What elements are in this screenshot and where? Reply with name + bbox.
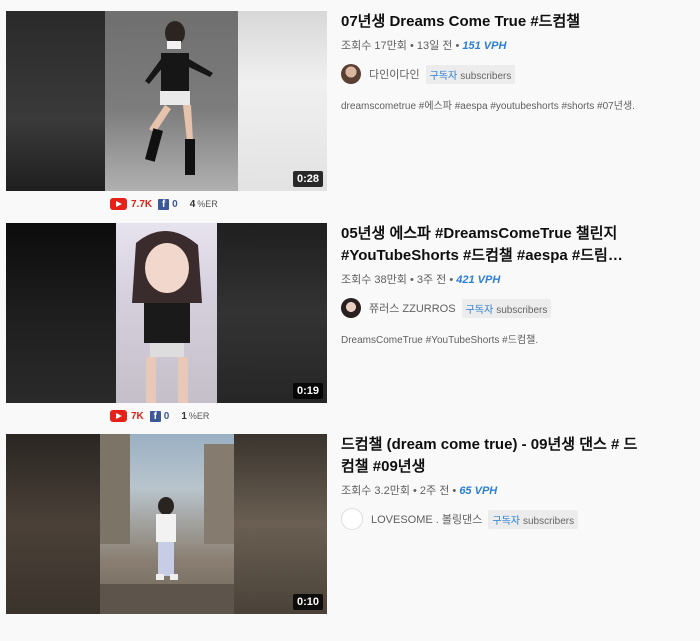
facebook-count: 0 bbox=[172, 198, 178, 210]
video-meta: 조회수 38만회 • 3주 전 • 421 VPH bbox=[341, 274, 501, 286]
channel-row[interactable]: 다인이다인 구독자 subscribers bbox=[341, 63, 651, 85]
er-label: %ER bbox=[197, 199, 218, 209]
video-meta: 조회수 3.2만회 • 2주 전 • 65 VPH bbox=[341, 485, 498, 497]
subscriber-badge: 구독자 subscribers bbox=[461, 298, 552, 318]
channel-name[interactable]: 다인이다인 bbox=[369, 66, 420, 82]
video-info: 07년생 Dreams Come True #드컴챌 조회수 17만회 • 13… bbox=[341, 11, 651, 112]
video-meta: 조회수 17만회 • 13일 전 • 151 VPH bbox=[341, 40, 507, 52]
upload-age: 3주 전 bbox=[416, 274, 447, 286]
video-description: dreamscometrue #에스파 #aespa #youtubeshort… bbox=[341, 101, 635, 112]
avatar[interactable] bbox=[341, 64, 361, 84]
video-thumbnail[interactable]: 0:19 bbox=[6, 223, 327, 403]
er-value: 4 bbox=[189, 198, 196, 210]
upload-age: 13일 전 bbox=[416, 40, 453, 52]
channel-name[interactable]: LOVESOME . 볼링댄스 bbox=[371, 511, 482, 527]
channel-name[interactable]: 쮸러스 ZZURROS bbox=[369, 300, 456, 316]
er-value: 1 bbox=[181, 410, 187, 422]
video-description: DreamsComeTrue #YouTubeShorts #드컴챌. bbox=[341, 335, 539, 346]
video-title[interactable]: 드컴챌 (dream come true) - 09년생 댄스 # 드컴챌 #0… bbox=[341, 434, 651, 478]
dancer-image bbox=[132, 230, 202, 403]
channel-row[interactable]: 쮸러스 ZZURROS 구독자 subscribers bbox=[341, 297, 651, 319]
video-thumbnail[interactable]: 0:10 bbox=[6, 434, 327, 614]
vph-value: 151 VPH bbox=[462, 40, 507, 52]
youtube-icon bbox=[110, 198, 127, 210]
channel-row[interactable]: LOVESOME . 볼링댄스 구독자 subscribers bbox=[341, 508, 651, 530]
upload-age: 2주 전 bbox=[419, 485, 450, 497]
facebook-icon: f bbox=[158, 198, 170, 210]
youtube-icon bbox=[110, 410, 127, 422]
facebook-icon: f bbox=[149, 410, 161, 422]
view-count: 조회수 38만회 bbox=[341, 274, 407, 286]
dancer-image bbox=[145, 21, 213, 175]
duration-badge: 0:28 bbox=[292, 171, 323, 187]
duration-badge: 0:10 bbox=[292, 594, 323, 610]
er-label: %ER bbox=[188, 411, 210, 421]
vph-value: 421 VPH bbox=[456, 274, 501, 286]
video-info: 05년생 에스파 #DreamsComeTrue 챌린지 #YouTubeSho… bbox=[341, 223, 651, 346]
youtube-count: 7K bbox=[131, 410, 144, 422]
subscriber-badge: 구독자 subscribers bbox=[488, 509, 579, 529]
video-info: 드컴챌 (dream come true) - 09년생 댄스 # 드컴챌 #0… bbox=[341, 434, 651, 530]
view-count: 조회수 3.2만회 bbox=[341, 485, 410, 497]
facebook-count: 0 bbox=[163, 410, 170, 422]
view-count: 조회수 17만회 bbox=[341, 40, 407, 52]
engagement-stats: 7K f 0 1 %ER bbox=[110, 408, 209, 424]
video-thumbnail[interactable]: 0:28 bbox=[6, 11, 327, 191]
dancer-image bbox=[100, 434, 234, 614]
avatar[interactable] bbox=[341, 508, 363, 530]
video-title[interactable]: 05년생 에스파 #DreamsComeTrue 챌린지 #YouTubeSho… bbox=[341, 223, 651, 267]
avatar[interactable] bbox=[341, 298, 361, 318]
engagement-stats: 7.7K f 0 4 %ER bbox=[110, 196, 218, 212]
youtube-count: 7.7K bbox=[131, 198, 153, 210]
subscriber-badge: 구독자 subscribers bbox=[425, 64, 516, 84]
vph-value: 65 VPH bbox=[459, 485, 498, 497]
video-title[interactable]: 07년생 Dreams Come True #드컴챌 bbox=[341, 11, 651, 33]
duration-badge: 0:19 bbox=[292, 383, 323, 399]
